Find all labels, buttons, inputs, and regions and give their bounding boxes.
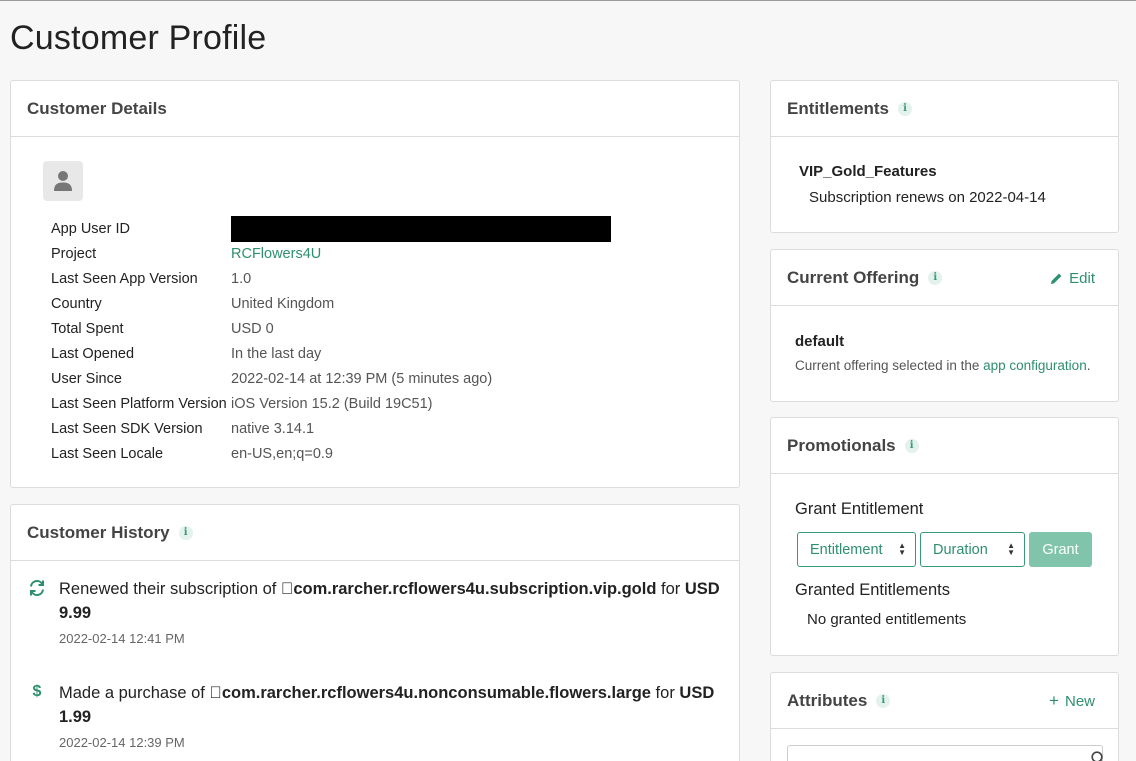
search-icon (1091, 751, 1103, 761)
entitlement-select[interactable]: Entitlement ▲ ▼ (797, 532, 916, 567)
apple-icon:  (209, 684, 221, 702)
entitlement-select-value: Entitlement (810, 541, 883, 558)
detail-value: 2022-02-14 at 12:39 PM (5 minutes ago) (231, 370, 493, 387)
detail-row: Country United Kingdom (51, 291, 611, 316)
grant-button[interactable]: Grant (1029, 532, 1092, 567)
info-icon[interactable]: i (898, 101, 913, 116)
pencil-icon (1051, 273, 1062, 284)
history-mid: for (638, 684, 675, 702)
dollar-icon: $ (32, 683, 42, 700)
edit-offering-button[interactable]: Edit (1050, 250, 1095, 306)
attributes-card: Attributes i + New (770, 672, 1119, 761)
customer-history-card: Customer History i Renewed their subscri… (10, 504, 740, 761)
detail-row: Last Opened In the last day (51, 341, 611, 366)
promotionals-header: Promotionals i (771, 418, 1118, 474)
detail-value: USD 0 (231, 320, 274, 337)
history-item: $ Made a purchase of com.rarcher.rcflow… (27, 681, 727, 750)
detail-row-app-user-id: App User ID (51, 215, 611, 242)
detail-value: en-US,en;q=0.9 (231, 445, 333, 462)
customer-details-card: Customer Details App User ID Project RCF… (10, 80, 740, 488)
info-icon[interactable]: i (178, 525, 193, 540)
page-title: Customer Profile (10, 19, 267, 57)
promotionals-card: Promotionals i Grant Entitlement Entitle… (770, 417, 1119, 656)
duration-select-value: Duration (933, 541, 988, 558)
history-product: com.rarcher.rcflowers4u.subscription.vip… (280, 580, 656, 598)
attributes-header: Attributes i + New (771, 673, 1118, 729)
detail-row: Last Seen SDK Version native 3.14.1 (51, 416, 611, 441)
history-text: Made a purchase of com.rarcher.rcflower… (59, 681, 727, 729)
entitlement-renewal: Subscription renews on 2022-04-14 (809, 189, 1046, 206)
new-attribute-button[interactable]: + New (1049, 673, 1095, 729)
attributes-title: Attributes (787, 690, 868, 710)
detail-key: User Since (51, 370, 122, 387)
history-product: com.rarcher.rcflowers4u.nonconsumable.fl… (209, 684, 651, 702)
detail-row: Last Seen Platform Version iOS Version 1… (51, 391, 611, 416)
entitlements-card: Entitlements i VIP_Gold_Features Subscri… (770, 80, 1119, 233)
history-prefix: Renewed their subscription of (59, 580, 281, 598)
duration-select[interactable]: Duration ▲ ▼ (920, 532, 1025, 567)
history-item: Renewed their subscription of com.rarch… (27, 577, 727, 646)
customer-details-title: Customer Details (27, 98, 167, 118)
customer-details-table: App User ID Project RCFlowers4U Last See… (51, 215, 611, 466)
detail-value: United Kingdom (231, 295, 335, 312)
select-arrows-icon: ▲ ▼ (898, 541, 906, 557)
customer-details-header: Customer Details (11, 81, 739, 137)
refresh-icon (27, 579, 47, 602)
detail-value: iOS Version 15.2 (Build 19C51) (231, 395, 433, 412)
history-prefix: Made a purchase of (59, 684, 210, 702)
edit-label: Edit (1069, 269, 1095, 287)
project-link[interactable]: RCFlowers4U (231, 246, 321, 262)
entitlements-header: Entitlements i (771, 81, 1118, 137)
redacted-app-user-id (231, 215, 611, 242)
history-mid: for (644, 580, 680, 598)
entitlement-name: VIP_Gold_Features (799, 163, 937, 180)
promotionals-title: Promotionals (787, 435, 896, 455)
info-icon[interactable]: i (876, 693, 891, 708)
current-offering-card: Current Offering i Edit default Current … (770, 249, 1119, 402)
offering-description: Current offering selected in the app con… (795, 358, 1090, 373)
customer-history-header: Customer History i (11, 505, 739, 561)
detail-key: Project (51, 245, 97, 262)
detail-row: Total Spent USD 0 (51, 316, 611, 341)
detail-key: Last Seen SDK Version (51, 420, 203, 437)
grant-entitlement-title: Grant Entitlement (795, 500, 924, 518)
detail-value: In the last day (231, 345, 322, 362)
plus-icon: + (1049, 691, 1059, 710)
detail-key: Last Seen Locale (51, 445, 164, 462)
history-text: Renewed their subscription of com.rarch… (59, 577, 727, 625)
info-icon[interactable]: i (928, 270, 943, 285)
avatar (43, 161, 83, 201)
detail-value: 1.0 (231, 270, 252, 287)
new-label: New (1064, 692, 1095, 710)
detail-key: Country (51, 295, 102, 312)
detail-key: Total Spent (51, 320, 124, 337)
detail-row: User Since 2022-02-14 at 12:39 PM (5 min… (51, 366, 611, 391)
detail-value: native 3.14.1 (231, 420, 315, 437)
detail-row: Last Seen App Version 1.0 (51, 266, 611, 291)
detail-row-project: Project RCFlowers4U (51, 241, 611, 266)
detail-key: Last Opened (51, 345, 135, 362)
offering-name: default (795, 333, 845, 350)
customer-history-title: Customer History (27, 522, 170, 542)
attributes-search-input[interactable] (787, 745, 1103, 761)
detail-key: Last Seen App Version (51, 270, 198, 287)
granted-entitlements-title: Granted Entitlements (795, 581, 950, 599)
user-icon (54, 171, 72, 191)
offering-desc-prefix: Current offering selected in the (795, 358, 984, 373)
apple-icon:  (281, 580, 293, 598)
entitlements-title: Entitlements (787, 98, 890, 118)
current-offering-title: Current Offering (787, 267, 920, 287)
app-configuration-link[interactable]: app configuration (983, 358, 1087, 373)
detail-key: Last Seen Platform Version (51, 395, 227, 412)
detail-row: Last Seen Locale en-US,en;q=0.9 (51, 441, 611, 466)
no-granted-text: No granted entitlements (807, 611, 967, 628)
offering-desc-suffix: . (1086, 358, 1091, 373)
detail-key: App User ID (51, 220, 130, 237)
history-time: 2022-02-14 12:41 PM (59, 631, 185, 646)
current-offering-header: Current Offering i Edit (771, 250, 1118, 306)
history-time: 2022-02-14 12:39 PM (59, 735, 185, 750)
select-arrows-icon: ▲ ▼ (1007, 541, 1015, 557)
info-icon[interactable]: i (904, 438, 919, 453)
